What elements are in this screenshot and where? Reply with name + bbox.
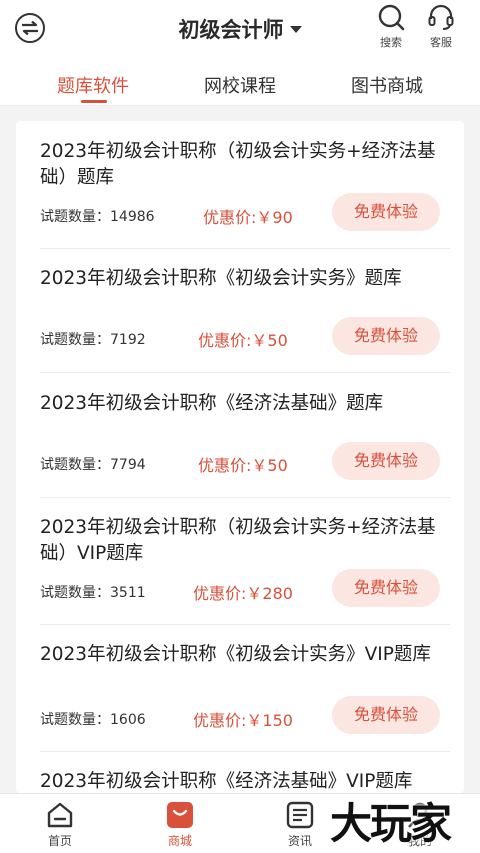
page-title: 初级会计师 [178, 18, 284, 42]
list-item[interactable]: 2023年初级会计职称《经济法基础》题库 试题数量：7794 优惠价:￥50 免… [16, 391, 464, 497]
divider [40, 751, 450, 752]
list-item[interactable]: 2023年初级会计职称（初级会计实务+经济法基础）VIP题库 试题数量：3511… [16, 515, 464, 625]
product-title: 2023年初级会计职称《经济法基础》VIP题库 [40, 771, 413, 792]
question-count: 试题数量：1606 [40, 712, 146, 728]
product-title: 2023年初级会计职称《初级会计实务》VIP题库 [40, 644, 431, 665]
divider [40, 497, 450, 498]
tab-online-courses[interactable]: 网校课程 [202, 72, 278, 98]
nav-mall-label: 商城 [167, 834, 192, 848]
nav-mall[interactable]: 商城 [150, 800, 210, 849]
discount-price: 优惠价:￥150 [193, 711, 293, 730]
news-icon [286, 801, 314, 829]
product-title: 2023年初级会计职称（初级会计实务+经济法基础）VIP题库 [40, 517, 436, 564]
free-trial-button[interactable]: 免费体验 [332, 696, 440, 734]
discount-price: 优惠价:￥90 [203, 208, 293, 227]
tab-bookstore[interactable]: 图书商城 [349, 72, 425, 98]
list-item[interactable]: 2023年初级会计职称《初级会计实务》VIP题库 试题数量：1606 优惠价:￥… [16, 642, 464, 752]
headset-icon [428, 4, 454, 30]
home-icon [47, 802, 73, 828]
shopping-bag-icon [167, 802, 193, 828]
nav-news-label: 资讯 [287, 834, 312, 848]
nav-news[interactable]: 资讯 [270, 800, 330, 849]
product-title: 2023年初级会计职称（初级会计实务+经济法基础）题库 [40, 141, 436, 188]
question-count: 试题数量：7192 [40, 332, 146, 348]
question-count: 试题数量：3511 [40, 585, 146, 601]
watermark-logo: 大玩家 [330, 799, 452, 848]
search-button[interactable]: 搜索 [371, 4, 411, 50]
tab-question-bank[interactable]: 题库软件 [55, 72, 131, 98]
divider [40, 624, 450, 625]
free-trial-button[interactable]: 免费体验 [332, 569, 440, 607]
nav-home[interactable]: 首页 [30, 800, 90, 849]
customer-service-button[interactable]: 客服 [421, 4, 461, 50]
list-item[interactable]: 2023年初级会计职称《初级会计实务》题库 试题数量：7192 优惠价:￥50 … [16, 266, 464, 372]
free-trial-button[interactable]: 免费体验 [332, 193, 440, 231]
caret-down-icon [289, 25, 302, 33]
category-tabs: 题库软件 网校课程 图书商城 [0, 58, 480, 106]
list-item[interactable]: 2023年初级会计职称《经济法基础》VIP题库 [16, 769, 464, 793]
discount-price: 优惠价:￥50 [198, 331, 288, 350]
question-count: 试题数量：14986 [40, 209, 155, 225]
divider [40, 372, 450, 373]
top-bar: 初级会计师 搜索 客服 [0, 0, 480, 58]
service-label: 客服 [430, 36, 452, 49]
product-title: 2023年初级会计职称《经济法基础》题库 [40, 393, 384, 414]
search-label: 搜索 [380, 36, 402, 49]
discount-price: 优惠价:￥280 [193, 584, 293, 603]
discount-price: 优惠价:￥50 [198, 456, 288, 475]
free-trial-button[interactable]: 免费体验 [332, 317, 440, 355]
free-trial-button[interactable]: 免费体验 [332, 442, 440, 480]
active-tab-indicator [81, 100, 107, 103]
list-item[interactable]: 2023年初级会计职称（初级会计实务+经济法基础）题库 试题数量：14986 优… [16, 139, 464, 249]
product-list: 2023年初级会计职称（初级会计实务+经济法基础）题库 试题数量：14986 优… [16, 121, 464, 793]
nav-home-label: 首页 [47, 834, 72, 848]
divider [40, 248, 450, 249]
question-count: 试题数量：7794 [40, 457, 146, 473]
search-icon [378, 4, 405, 31]
product-title: 2023年初级会计职称《初级会计实务》题库 [40, 268, 402, 289]
